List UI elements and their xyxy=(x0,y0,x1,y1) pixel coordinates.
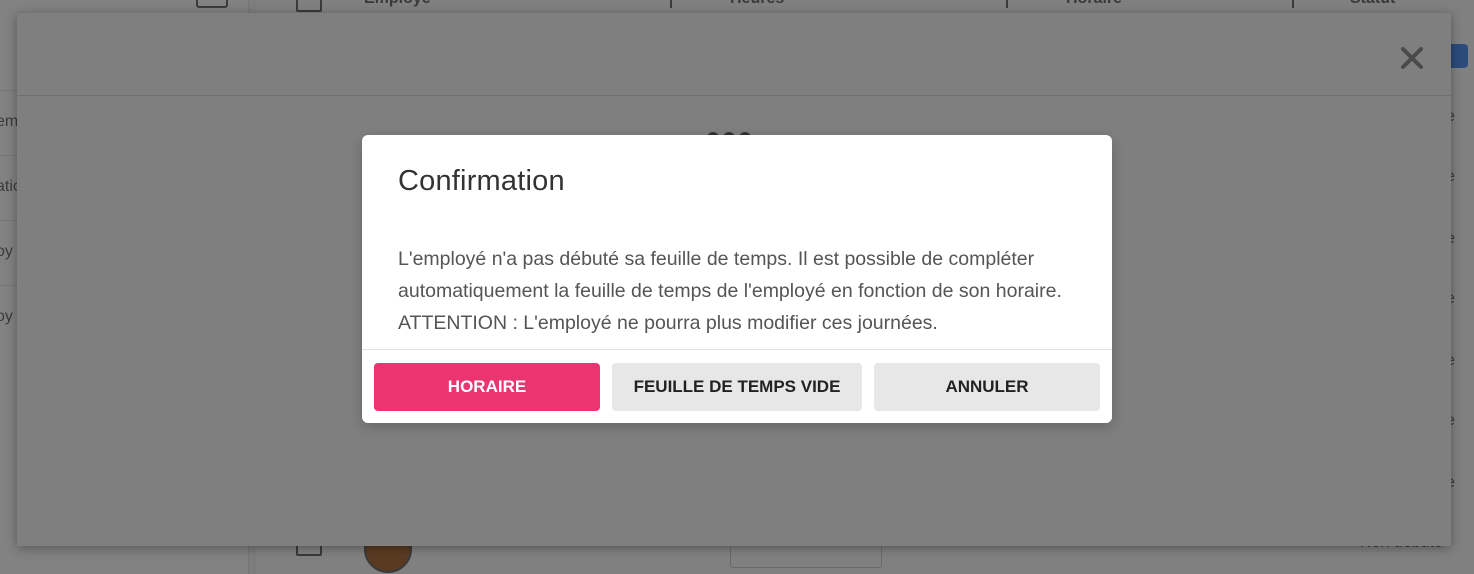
confirmation-dialog: Confirmation L'employé n'a pas débuté sa… xyxy=(362,135,1112,423)
background-sidebar-text: em xyxy=(0,113,19,130)
dialog-footer: HORAIRE FEUILLE DE TEMPS VIDE ANNULER xyxy=(362,349,1112,424)
empty-timesheet-button[interactable]: FEUILLE DE TEMPS VIDE xyxy=(612,363,862,411)
background-sidebar-text: oy xyxy=(0,243,13,260)
close-icon-glyph xyxy=(1401,47,1423,69)
column-divider xyxy=(670,0,672,8)
column-header-hours: Heures xyxy=(730,0,784,8)
cancel-button[interactable]: ANNULER xyxy=(874,363,1100,411)
column-header-schedule: Horaire xyxy=(1066,0,1122,8)
column-header-employee: Employé xyxy=(364,0,431,8)
close-icon[interactable] xyxy=(1399,45,1425,71)
column-divider xyxy=(1292,0,1294,8)
background-table-header: Employé Heures Horaire Statut xyxy=(256,0,1474,12)
column-header-status: Statut xyxy=(1350,0,1395,8)
select-all-checkbox xyxy=(296,0,322,12)
background-sidebar-text: oy xyxy=(0,308,13,325)
column-divider xyxy=(1006,0,1008,8)
schedule-button[interactable]: HORAIRE xyxy=(374,363,600,411)
background-hours-field xyxy=(730,544,882,568)
dialog-message: L'employé n'a pas débuté sa feuille de t… xyxy=(398,248,1062,334)
dialog-title: Confirmation xyxy=(398,165,565,197)
timesheet-modal-header xyxy=(17,13,1451,96)
background-top-control xyxy=(196,0,228,8)
